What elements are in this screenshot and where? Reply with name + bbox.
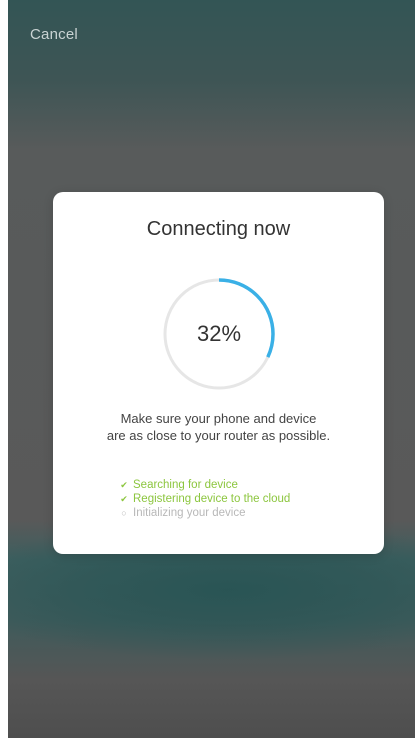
step-searching: ✔ Searching for device: [119, 478, 290, 492]
step-label: Registering device to the cloud: [133, 493, 291, 505]
progress-percent: 32%: [196, 321, 242, 346]
connecting-dialog: Connecting now 32% Make sure your phone …: [53, 192, 384, 554]
hint-line-1: Make sure your phone and device: [120, 411, 317, 426]
step-initializing: ○ Initializing your device: [119, 506, 290, 520]
step-list: ✔ Searching for device ✔ Registering dev…: [119, 478, 290, 520]
app-screen: Cancel Connecting now 32% Make sure your…: [8, 0, 415, 738]
dialog-title: Connecting now: [146, 218, 291, 240]
step-label: Initializing your device: [133, 507, 246, 519]
proximity-hint: Make sure your phone and device are as c…: [53, 410, 384, 444]
check-icon: ✔: [120, 480, 128, 490]
circle-icon: ○: [121, 508, 127, 518]
step-label: Searching for device: [133, 479, 238, 491]
step-registering: ✔ Registering device to the cloud: [119, 492, 290, 506]
cancel-button[interactable]: Cancel: [30, 26, 78, 43]
hint-line-2: are as close to your router as possible.: [106, 428, 331, 443]
check-icon: ✔: [120, 494, 128, 504]
